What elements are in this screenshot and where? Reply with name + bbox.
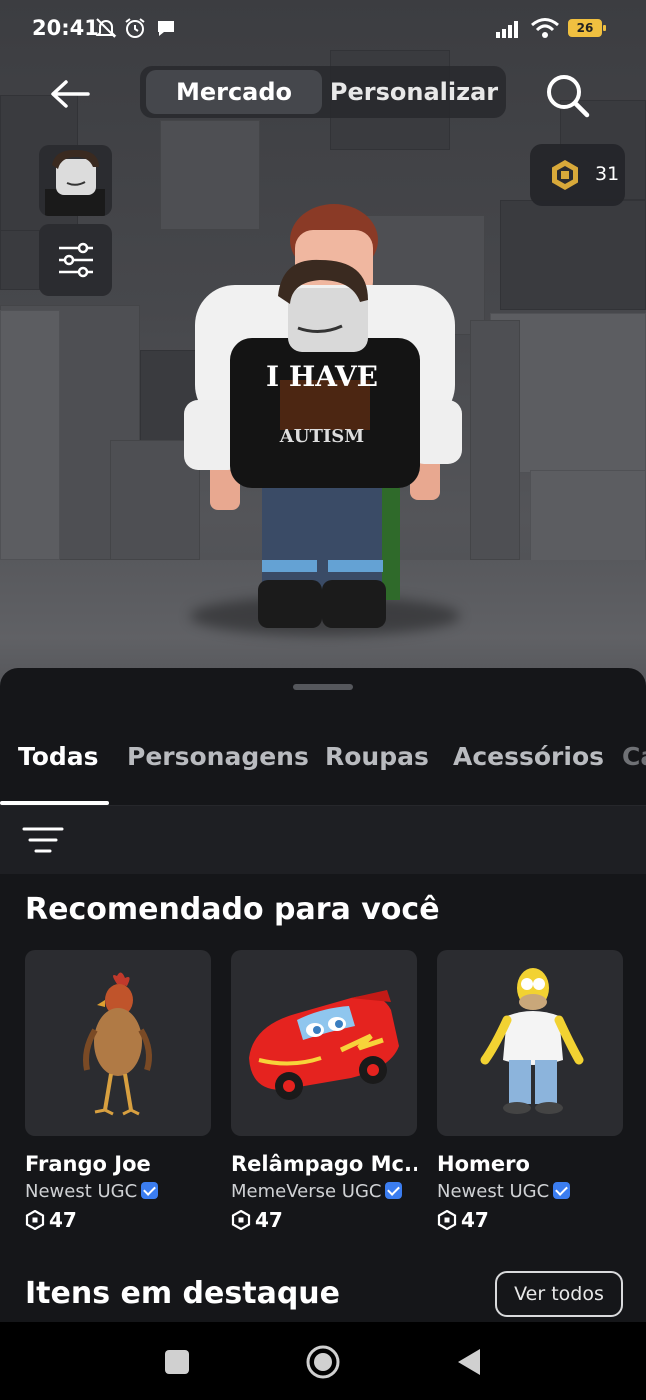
recents-square-icon[interactable] — [164, 1349, 190, 1375]
robux-amount: 31 — [595, 163, 620, 185]
price-value: 47 — [49, 1208, 77, 1232]
item-card[interactable]: Frango Joe Newest UGC 47 — [25, 950, 211, 1232]
avatar-thumbnail-image — [45, 149, 105, 216]
alarm-icon — [125, 18, 145, 38]
signal-icon — [496, 21, 518, 38]
price-value: 47 — [461, 1208, 489, 1232]
section-title-featured: Itens em destaque — [25, 1276, 340, 1311]
view-all-button[interactable]: Ver todos — [495, 1271, 623, 1317]
item-name: Frango Joe — [25, 1152, 151, 1176]
tab-todas[interactable]: Todas — [18, 742, 99, 771]
battery-icon: 26 — [568, 19, 606, 37]
home-circle-icon[interactable] — [305, 1344, 341, 1380]
item-name: Homero — [437, 1152, 530, 1176]
filter-bar — [0, 806, 646, 874]
item-thumbnail[interactable] — [25, 950, 211, 1136]
chat-bubble-icon — [158, 21, 174, 36]
tab-cabecas-partial[interactable]: Ca — [622, 742, 646, 771]
item-thumbnail[interactable] — [231, 950, 417, 1136]
shirt-text-line1: I HAVE — [266, 360, 378, 393]
tab-personalizar[interactable]: Personalizar — [326, 70, 502, 114]
race-car-image — [249, 990, 399, 1100]
item-card[interactable]: Homero Newest UGC 47 — [437, 950, 623, 1232]
back-arrow-icon[interactable] — [48, 74, 92, 114]
status-bar: 20:41 26 — [0, 0, 646, 58]
sheet-drag-handle[interactable] — [293, 684, 353, 690]
adjust-sliders-button[interactable] — [39, 224, 112, 296]
status-time: 20:41 — [32, 16, 99, 40]
avatar-preview-scene[interactable]: I HAVE AUTISM 20:41 26 Mercado Personali… — [0, 0, 646, 690]
price-value: 47 — [255, 1208, 283, 1232]
item-price: 47 — [25, 1208, 211, 1232]
tab-acessorios[interactable]: Acessórios — [453, 742, 604, 771]
avatar-figure: I HAVE AUTISM — [184, 204, 462, 628]
item-name: Relâmpago Mc... — [231, 1152, 417, 1176]
robux-icon — [552, 160, 578, 190]
wifi-icon — [531, 18, 559, 38]
item-card[interactable]: Relâmpago Mc... MemeVerse UGC 47 — [231, 950, 417, 1232]
back-triangle-icon[interactable] — [456, 1347, 482, 1377]
robux-balance[interactable]: 31 — [530, 144, 625, 206]
mute-bell-icon — [95, 18, 117, 38]
item-price: 47 — [231, 1208, 417, 1232]
verified-badge-icon — [141, 1182, 159, 1199]
sliders-icon — [59, 242, 93, 278]
filter-icon[interactable] — [22, 826, 64, 856]
item-price: 47 — [437, 1208, 623, 1232]
tab-mercado[interactable]: Mercado — [146, 70, 322, 114]
homer-character-image — [480, 968, 584, 1114]
chicken-character-image — [83, 972, 152, 1116]
category-tabs: Todas Personagens Roupas Acessórios Ca — [0, 730, 646, 806]
avatar-thumbnail-button[interactable] — [39, 145, 112, 216]
system-navigation-bar — [0, 1322, 646, 1400]
creator-name: MemeVerse UGC — [231, 1181, 382, 1202]
verified-badge-icon — [385, 1182, 403, 1199]
creator-name: Newest UGC — [437, 1181, 550, 1202]
section-title-recommended: Recomendado para você — [25, 892, 440, 927]
verified-badge-icon — [553, 1182, 571, 1199]
robux-icon — [25, 1210, 45, 1230]
shirt-text-line2: AUTISM — [279, 426, 364, 447]
market-customize-switch[interactable]: Mercado Personalizar — [140, 66, 506, 118]
item-thumbnail[interactable] — [437, 950, 623, 1136]
item-creator[interactable]: Newest UGC — [437, 1181, 623, 1202]
search-icon[interactable] — [544, 72, 590, 118]
robux-icon — [437, 1210, 457, 1230]
item-creator[interactable]: Newest UGC — [25, 1181, 211, 1202]
creator-name: Newest UGC — [25, 1181, 138, 1202]
tab-personagens[interactable]: Personagens — [127, 742, 309, 771]
tab-roupas[interactable]: Roupas — [325, 742, 429, 771]
item-creator[interactable]: MemeVerse UGC — [231, 1181, 417, 1202]
marketplace-sheet: Todas Personagens Roupas Acessórios Ca R… — [0, 668, 646, 1322]
robux-icon — [231, 1210, 251, 1230]
